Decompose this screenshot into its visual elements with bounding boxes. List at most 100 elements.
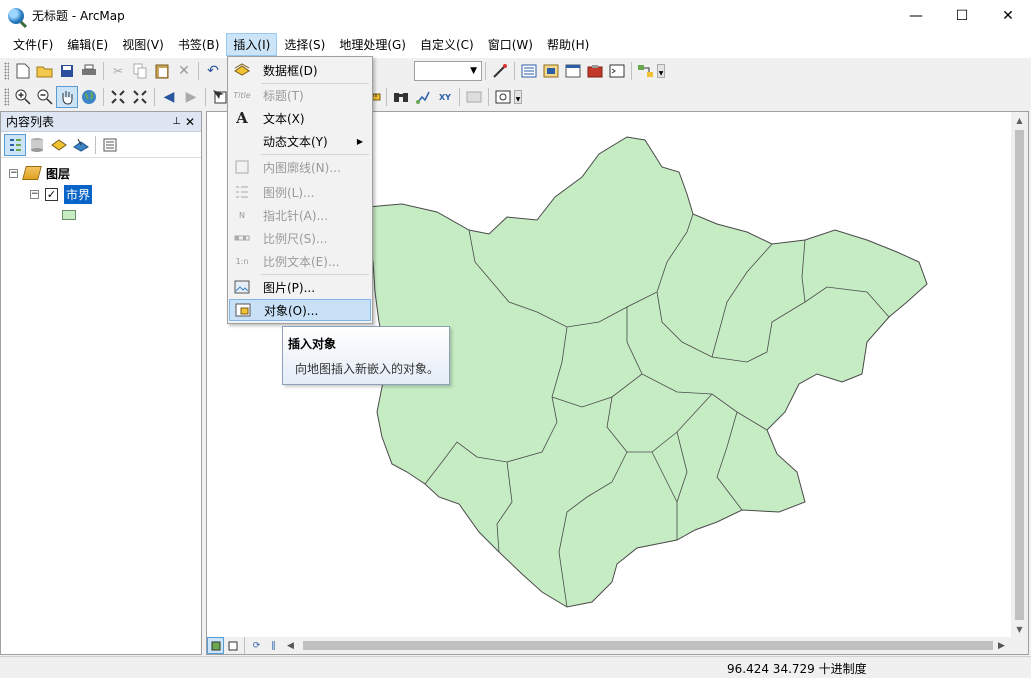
arctoolbox-icon[interactable] [584,60,606,82]
scroll-down-arrow[interactable]: ▼ [1011,621,1028,638]
toolbar-separator [95,136,96,154]
menu-geoprocessing[interactable]: 地理处理(G) [332,33,413,56]
time-slider-icon[interactable] [463,86,485,108]
new-document-icon[interactable] [12,60,34,82]
menu-item-scale-bar[interactable]: 比例尺(S)... [229,227,371,249]
menu-item-neatline[interactable]: 内图廓线(N)... [229,156,371,178]
toolbar-separator [205,88,206,106]
scroll-up-arrow[interactable]: ▲ [1011,112,1028,129]
full-extent-globe-icon[interactable] [78,86,100,108]
list-by-source-icon[interactable] [26,134,48,156]
menu-item-picture[interactable]: 图片(P)... [229,276,371,298]
menu-item-label: 内图廓线(N)... [263,159,341,176]
menu-item-label: 图例(L)... [263,184,315,201]
layout-view-icon[interactable] [224,637,241,654]
refresh-icon[interactable]: ⟳ [248,637,265,654]
menu-item-north-arrow[interactable]: N 指北针(A)... [229,204,371,226]
maximize-button[interactable]: ☐ [939,0,985,31]
print-icon[interactable] [78,60,100,82]
find-route-icon[interactable] [412,86,434,108]
menu-item-data-frame[interactable]: 数据框(D) [229,59,371,81]
toc-title: 内容列表 [6,113,54,130]
table-of-contents-panel: 内容列表 ⊥ ✕ − 图层 − ✓ 市界 [0,111,202,655]
python-window-icon[interactable] [606,60,628,82]
delete-icon[interactable]: ✕ [173,60,195,82]
horizontal-scroll-thumb[interactable] [303,641,993,650]
menu-item-object[interactable]: 对象(O)... [229,299,371,321]
layer-symbol-swatch[interactable] [62,210,76,220]
search-window-icon[interactable] [562,60,584,82]
vertical-scroll-thumb[interactable] [1015,130,1024,620]
collapse-toggle[interactable]: − [9,169,18,178]
copy-icon[interactable] [129,60,151,82]
create-viewer-window-icon[interactable] [492,86,514,108]
map-scale-combo[interactable]: ▼ [414,61,482,81]
toolbar-grip[interactable] [4,88,9,106]
menu-item-legend[interactable]: 图例(L)... [229,181,371,203]
toolbar-overflow-button[interactable]: ▼ [657,64,665,78]
list-by-selection-icon[interactable] [70,134,92,156]
collapse-toggle[interactable]: − [30,190,39,199]
fixed-zoom-in-icon[interactable] [107,86,129,108]
toolbar-separator [459,88,460,106]
pause-drawing-icon[interactable]: ‖ [265,637,282,654]
table-of-contents-icon[interactable] [518,60,540,82]
toc-options-icon[interactable] [99,134,121,156]
find-binoculars-icon[interactable] [390,86,412,108]
go-back-icon[interactable]: ◀ [158,86,180,108]
zoom-out-icon[interactable] [34,86,56,108]
save-icon[interactable] [56,60,78,82]
submenu-arrow-icon: ▶ [357,137,363,146]
editor-toolbar-icon[interactable] [489,60,511,82]
menu-insert[interactable]: 插入(I) [226,33,277,56]
arcmap-app-icon [8,8,24,24]
data-frame-icon [229,59,255,81]
toolbar-separator [488,88,489,106]
pin-icon[interactable]: ⊥ [172,116,181,127]
catalog-icon[interactable] [540,60,562,82]
open-folder-icon[interactable] [34,60,56,82]
model-builder-icon[interactable] [635,60,657,82]
pan-hand-icon[interactable] [56,86,78,108]
tooltip-title: 插入对象 [288,335,336,352]
toolbar-overflow-button[interactable]: ▼ [514,90,522,104]
menu-customize[interactable]: 自定义(C) [413,33,481,56]
minimize-button[interactable]: — [893,0,939,31]
menu-item-label: 图片(P)... [263,279,315,296]
menu-bookmarks[interactable]: 书签(B) [171,33,227,56]
object-icon [230,299,256,321]
menu-help[interactable]: 帮助(H) [540,33,596,56]
list-by-visibility-icon[interactable] [48,134,70,156]
toc-close-icon[interactable]: ✕ [185,115,195,129]
list-by-drawing-order-icon[interactable] [4,134,26,156]
toolbar-grip[interactable] [4,62,9,80]
go-to-xy-icon[interactable]: XY [434,86,456,108]
paste-icon[interactable] [151,60,173,82]
menu-selection[interactable]: 选择(S) [277,33,332,56]
menu-view[interactable]: 视图(V) [115,33,171,56]
scroll-right-arrow[interactable]: ▶ [993,637,1010,654]
menu-file[interactable]: 文件(F) [6,33,60,56]
layer-label[interactable]: 市界 [64,185,92,204]
vertical-scrollbar[interactable]: ▲ ▼ [1011,112,1028,638]
data-view-icon[interactable] [207,637,224,654]
city-boundaries-layer [367,137,927,607]
scroll-left-arrow[interactable]: ◀ [282,637,299,654]
cut-icon[interactable]: ✂ [107,60,129,82]
menu-item-text[interactable]: A 文本(X) [229,107,371,129]
layer-visibility-checkbox[interactable]: ✓ [45,188,58,201]
status-bar: 96.424 34.729 十进制度 [0,656,1031,678]
toolbar-separator [154,88,155,106]
menu-item-dynamic-text[interactable]: 动态文本(Y) ▶ [229,130,371,152]
close-button[interactable]: ✕ [985,0,1031,31]
menu-item-title[interactable]: Title 标题(T) [229,84,371,106]
menu-item-scale-text[interactable]: 1:n 比例文本(E)... [229,250,371,272]
go-forward-icon[interactable]: ▶ [180,86,202,108]
zoom-in-icon[interactable] [12,86,34,108]
undo-icon[interactable]: ↶ [202,60,224,82]
menu-windows[interactable]: 窗口(W) [481,33,540,56]
data-frame-label[interactable]: 图层 [46,165,70,182]
menu-edit[interactable]: 编辑(E) [60,33,115,56]
toc-header: 内容列表 ⊥ ✕ [1,112,201,132]
fixed-zoom-out-icon[interactable] [129,86,151,108]
